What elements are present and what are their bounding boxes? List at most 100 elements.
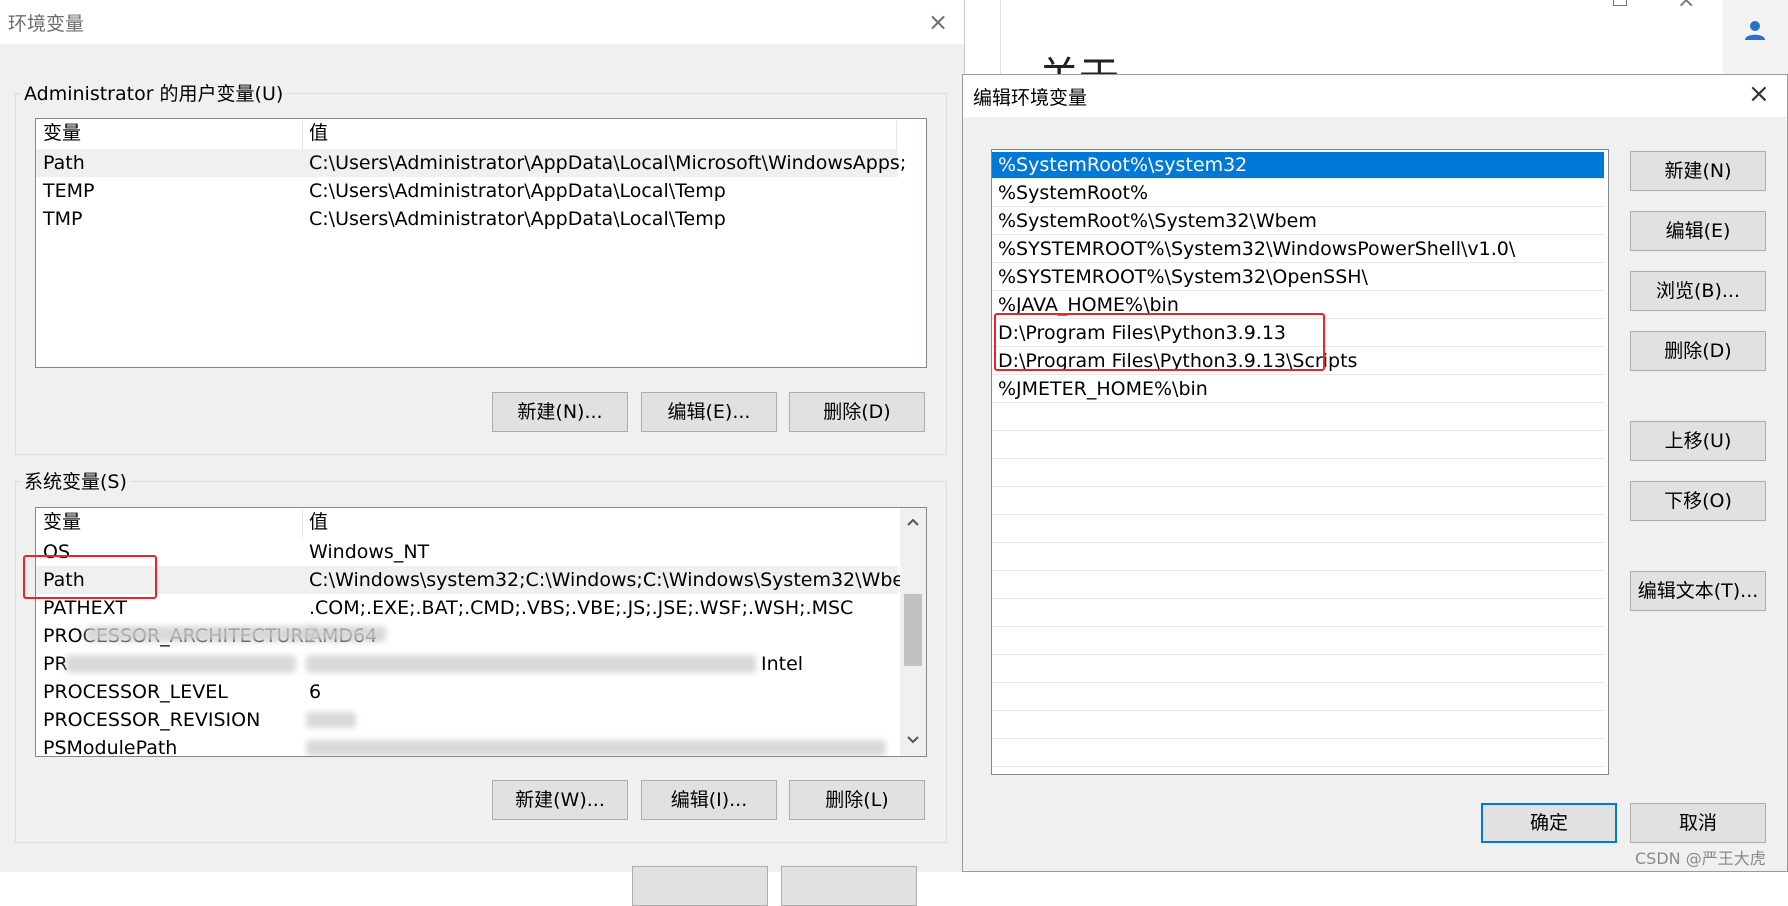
list-item[interactable]: %SystemRoot% — [992, 180, 1604, 207]
table-row[interactable]: PSModulePath — [36, 734, 898, 757]
path-entry: %SystemRoot% — [998, 182, 1149, 204]
variable-name: TMP — [43, 208, 83, 230]
env-titlebar: 环境变量 × — [0, 0, 964, 44]
watermark: CSDN @严王大虎 — [1635, 849, 1766, 868]
system-new-button[interactable]: 新建(W)... — [492, 780, 628, 820]
table-row[interactable]: TMP C:\Users\Administrator\AppData\Local… — [36, 205, 898, 233]
user-edit-button[interactable]: 编辑(E)... — [641, 392, 777, 432]
close-icon[interactable]: × — [1748, 79, 1770, 109]
edit-environment-variable-dialog: 编辑环境变量 × %SystemRoot%\system32 %SystemRo… — [962, 74, 1788, 872]
variable-value: Intel — [761, 653, 804, 675]
user-variables-list[interactable]: 变量 值 Path C:\Users\Administrator\AppData… — [35, 118, 927, 368]
path-entry: %SystemRoot%\system32 — [998, 154, 1248, 176]
move-down-button[interactable]: 下移(O) — [1630, 481, 1766, 521]
list-item[interactable]: %SYSTEMROOT%\System32\WindowsPowerShell\… — [992, 236, 1604, 263]
highlight-box — [994, 313, 1325, 371]
user-variables-title: Administrator 的用户变量(U) — [21, 79, 287, 106]
empty-row — [992, 544, 1604, 571]
system-variables-title: 系统变量(S) — [21, 467, 130, 494]
scrollbar-thumb[interactable] — [904, 594, 922, 666]
chevron-down-icon[interactable] — [907, 736, 919, 744]
delete-path-button[interactable]: 删除(D) — [1630, 331, 1766, 371]
ok-button[interactable]: 确定 — [1481, 803, 1617, 843]
list-header: 变量 值 — [36, 119, 926, 149]
variable-value: C:\Windows\system32;C:\Windows;C:\Window… — [309, 569, 927, 591]
list-header: 变量 值 — [36, 508, 926, 538]
variable-value: .COM;.EXE;.BAT;.CMD;.VBS;.VBE;.JS;.JSE;.… — [309, 597, 854, 619]
list-item[interactable]: %JMETER_HOME%\bin — [992, 376, 1604, 403]
list-item[interactable]: %SYSTEMROOT%\System32\OpenSSH\ — [992, 264, 1604, 291]
user-new-button[interactable]: 新建(N)... — [492, 392, 628, 432]
variable-name: TEMP — [43, 180, 95, 202]
table-row[interactable]: Path C:\Windows\system32;C:\Windows;C:\W… — [36, 566, 926, 594]
edit-titlebar: 编辑环境变量 × — [963, 75, 1787, 117]
edit-dialog-title: 编辑环境变量 — [973, 87, 1088, 109]
redacted-region — [306, 655, 756, 673]
edit-text-button[interactable]: 编辑文本(T)... — [1630, 571, 1766, 611]
path-entry: %JMETER_HOME%\bin — [998, 378, 1208, 400]
system-delete-button[interactable]: 删除(L) — [789, 780, 925, 820]
empty-row — [992, 656, 1604, 683]
empty-row — [992, 712, 1604, 739]
env-cancel-button[interactable] — [781, 866, 917, 906]
empty-row — [992, 628, 1604, 655]
empty-row — [992, 460, 1604, 487]
table-row[interactable]: PATHEXT .COM;.EXE;.BAT;.CMD;.VBS;.VBE;.J… — [36, 594, 898, 622]
empty-row — [992, 516, 1604, 543]
move-up-button[interactable]: 上移(U) — [1630, 421, 1766, 461]
list-item[interactable]: %SystemRoot%\system32 — [992, 152, 1604, 179]
column-header-variable[interactable]: 变量 — [43, 509, 81, 535]
highlight-box — [23, 555, 157, 599]
env-ok-button[interactable] — [632, 866, 768, 906]
empty-row — [992, 404, 1604, 431]
empty-row — [992, 572, 1604, 599]
system-variables-list[interactable]: 变量 值 OS Windows_NT Path C:\Windows\syste… — [35, 507, 927, 757]
path-entry: %SYSTEMROOT%\System32\OpenSSH\ — [998, 266, 1368, 288]
path-entry: %SYSTEMROOT%\System32\WindowsPowerShell\… — [998, 238, 1516, 260]
table-row[interactable]: PROCESSOR_REVISION — [36, 706, 898, 734]
redacted-region — [66, 655, 296, 673]
column-header-value[interactable]: 值 — [309, 120, 328, 146]
variable-value: C:\Users\Administrator\AppData\Local\Tem… — [309, 180, 726, 202]
column-header-variable[interactable]: 变量 — [43, 120, 81, 146]
list-item[interactable]: %SystemRoot%\System32\Wbem — [992, 208, 1604, 235]
variable-value: 6 — [309, 681, 322, 703]
close-icon[interactable]: × — [928, 8, 948, 36]
variable-name: PSModulePath — [43, 737, 178, 757]
variable-value: C:\Users\Administrator\AppData\Local\Tem… — [309, 208, 726, 230]
variable-name: Path — [43, 152, 85, 174]
variable-value: Windows_NT — [309, 541, 430, 563]
env-dialog-title: 环境变量 — [8, 13, 85, 35]
minimize-icon[interactable] — [1613, 0, 1627, 6]
system-edit-button[interactable]: 编辑(I)... — [641, 780, 777, 820]
empty-row — [992, 684, 1604, 711]
table-row[interactable]: TEMP C:\Users\Administrator\AppData\Loca… — [36, 177, 898, 205]
user-delete-button[interactable]: 删除(D) — [789, 392, 925, 432]
column-header-value[interactable]: 值 — [309, 509, 328, 535]
table-row[interactable]: PROCESSOR_LEVEL 6 — [36, 678, 898, 706]
browse-button[interactable]: 浏览(B)... — [1630, 271, 1766, 311]
user-avatar-icon[interactable] — [1743, 18, 1767, 42]
variable-name: PR — [43, 653, 68, 675]
new-path-button[interactable]: 新建(N) — [1630, 151, 1766, 191]
empty-row — [992, 740, 1604, 767]
redacted-region — [306, 626, 386, 642]
system-vars-scrollbar[interactable] — [900, 508, 926, 756]
table-row[interactable]: PROCESSOR_ARCHITECTURE AMD64 — [36, 622, 898, 650]
close-icon[interactable]: × — [1677, 0, 1695, 13]
table-row[interactable]: OS Windows_NT — [36, 538, 898, 566]
table-row[interactable]: Path C:\Users\Administrator\AppData\Loca… — [36, 149, 906, 177]
redacted-region — [306, 740, 886, 756]
chevron-up-icon[interactable] — [907, 518, 919, 526]
redacted-region — [86, 626, 316, 642]
path-entry: %SystemRoot%\System32\Wbem — [998, 210, 1317, 232]
cancel-button[interactable]: 取消 — [1630, 803, 1766, 843]
empty-row — [992, 432, 1604, 459]
path-entries-list[interactable]: %SystemRoot%\system32 %SystemRoot% %Syst… — [991, 149, 1609, 775]
edit-path-button[interactable]: 编辑(E) — [1630, 211, 1766, 251]
variable-value: C:\Users\Administrator\AppData\Local\Mic… — [309, 152, 907, 174]
table-row[interactable]: PR Intel — [36, 650, 898, 678]
empty-row — [992, 488, 1604, 515]
variable-name: PROCESSOR_LEVEL — [43, 681, 228, 703]
empty-row — [992, 600, 1604, 627]
